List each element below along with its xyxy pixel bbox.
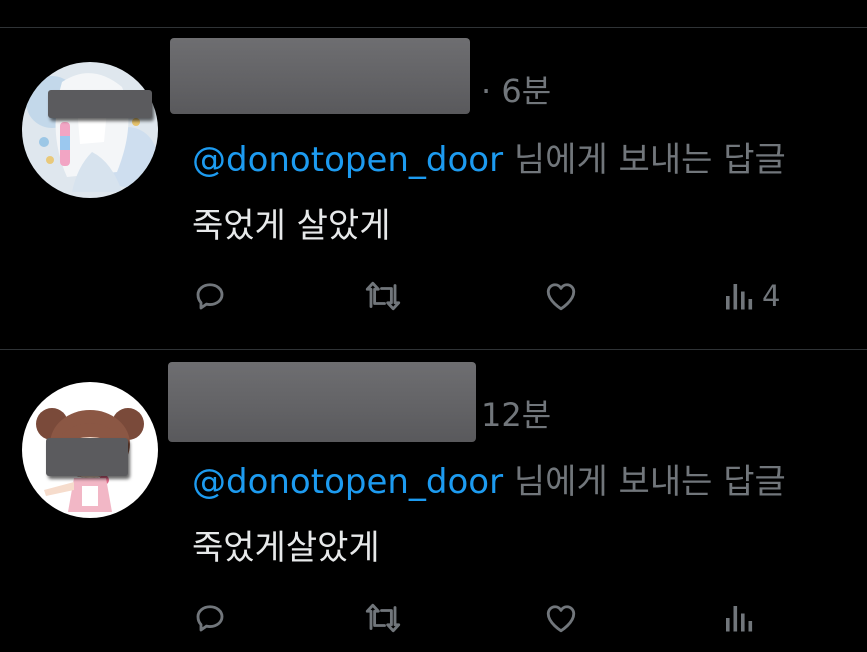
display-name-redaction — [170, 38, 470, 114]
tweet-timestamp[interactable]: 12분 — [481, 390, 551, 436]
avatar-image — [22, 62, 158, 198]
views-button[interactable] — [722, 600, 762, 636]
reply-tweet[interactable]: 12분 @donotopen_door 님에게 보내는 답글 죽었게살았게 — [0, 350, 867, 652]
heart-icon — [546, 283, 576, 311]
views-icon — [726, 606, 753, 632]
mention-link[interactable]: @donotopen_door — [192, 462, 503, 502]
retweet-button[interactable] — [362, 600, 404, 636]
reply-button[interactable] — [192, 278, 228, 314]
views-icon — [726, 284, 753, 310]
reply-icon — [196, 283, 224, 310]
tweet-text: 죽었게 살았게 — [192, 206, 391, 246]
avatar-redaction — [46, 438, 128, 476]
replying-to-line: @donotopen_door 님에게 보내는 답글 — [192, 454, 786, 503]
retweet-icon — [365, 281, 401, 311]
reply-icon — [196, 605, 224, 632]
reply-button[interactable] — [192, 600, 228, 636]
mention-link[interactable]: @donotopen_door — [192, 140, 503, 180]
reply-feed: · 6분 @donotopen_door 님에게 보내는 답글 죽었게 살았게 — [0, 0, 867, 652]
tweet-text: 죽었게살았게 — [192, 528, 380, 568]
reply-tweet[interactable]: · 6분 @donotopen_door 님에게 보내는 답글 죽었게 살았게 — [0, 28, 867, 348]
replying-to-line: @donotopen_door 님에게 보내는 답글 — [192, 132, 786, 181]
like-button[interactable] — [543, 600, 579, 636]
avatar[interactable] — [22, 62, 158, 198]
views-button[interactable]: 4 — [722, 278, 780, 314]
views-count: 4 — [762, 279, 781, 313]
heart-icon — [546, 605, 576, 633]
avatar-redaction — [48, 90, 152, 118]
reply-context-label: 님에게 보내는 답글 — [503, 140, 786, 180]
retweet-icon — [365, 603, 401, 633]
tweet-timestamp[interactable]: · 6분 — [481, 66, 551, 112]
like-button[interactable] — [543, 278, 579, 314]
reply-context-label: 님에게 보내는 답글 — [503, 462, 786, 502]
retweet-button[interactable] — [362, 278, 404, 314]
display-name-redaction — [168, 362, 476, 442]
